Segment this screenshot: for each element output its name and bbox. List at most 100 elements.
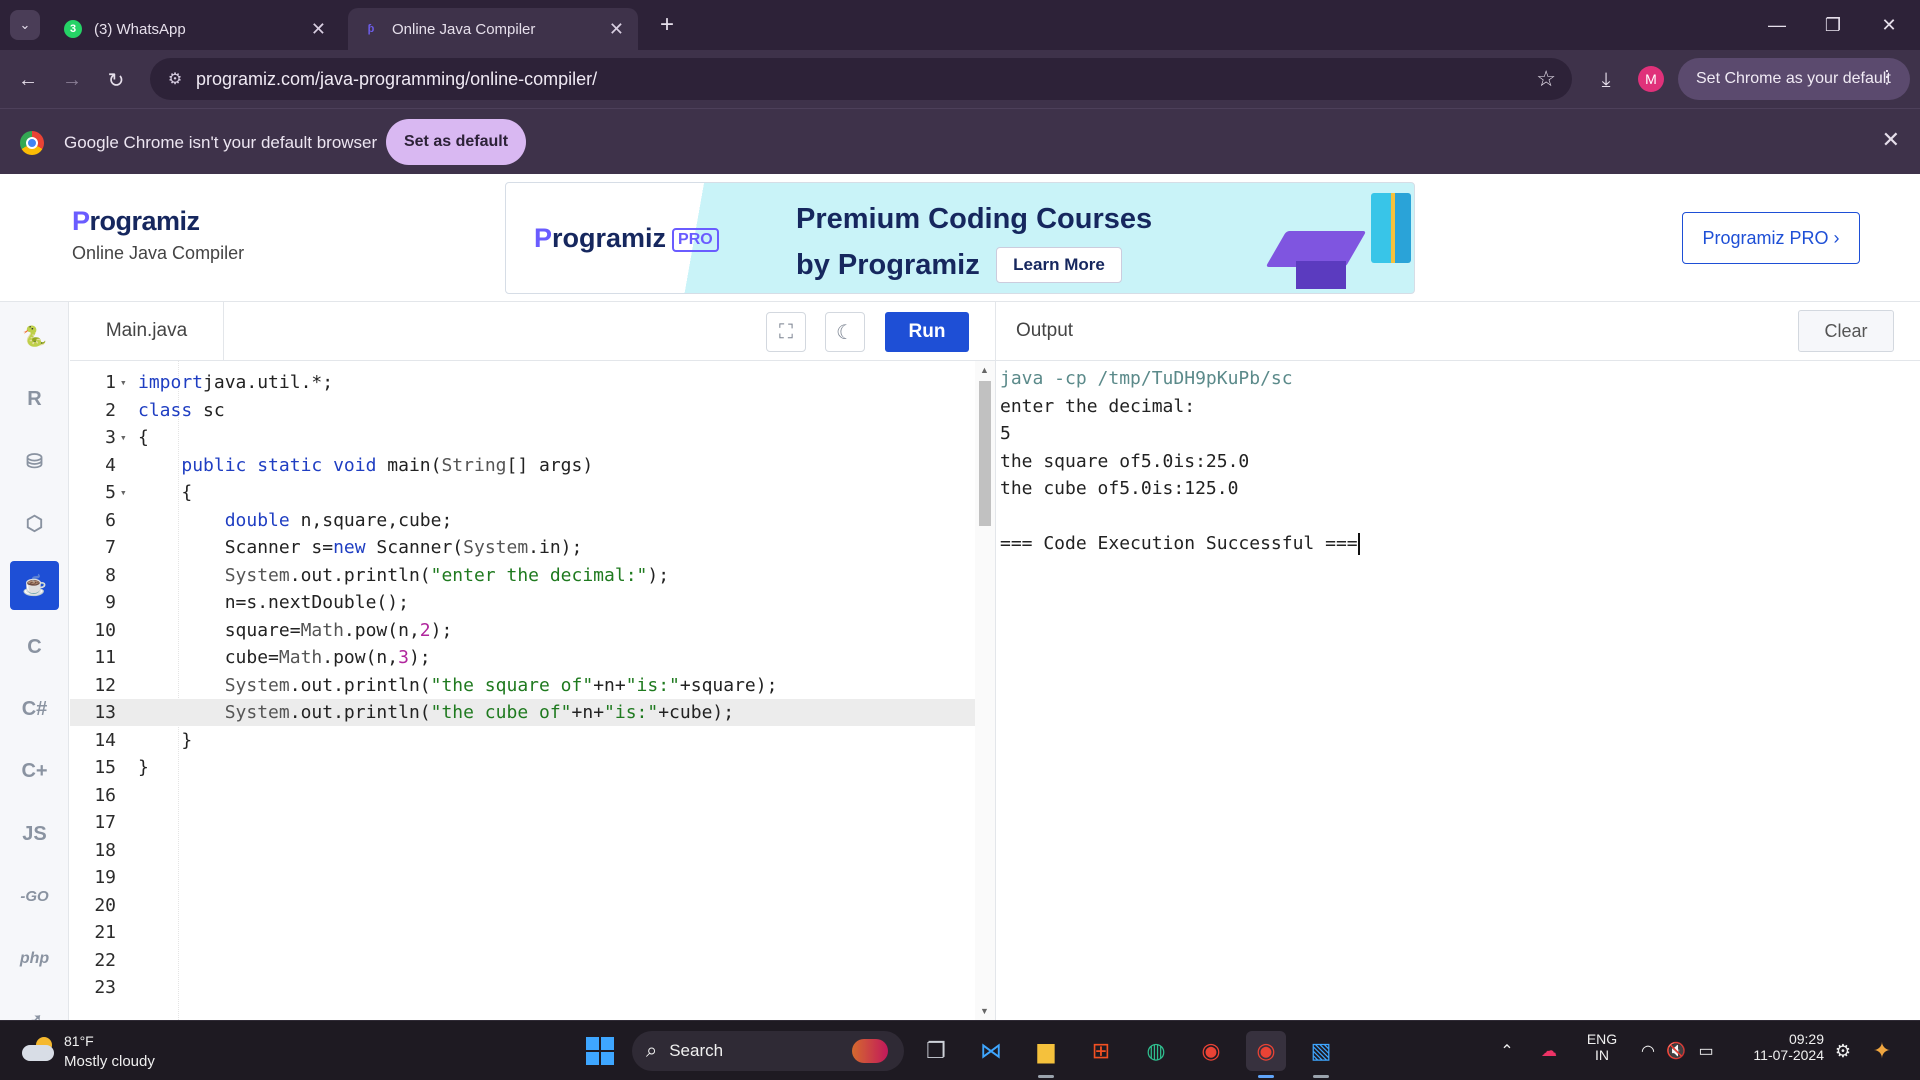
weather-description[interactable]: Mostly cloudy — [64, 1053, 155, 1070]
fold-arrow-icon[interactable]: ▾ — [120, 479, 127, 506]
vscode-icon[interactable]: ⋈ — [971, 1031, 1011, 1071]
tab-online-java-compiler[interactable]: ƥ Online Java Compiler ✕ — [348, 8, 638, 50]
minimize-icon[interactable]: — — [1754, 8, 1800, 42]
chrome-profile-icon[interactable]: ◉ — [1246, 1031, 1286, 1071]
code-line[interactable]: 2 class sc — [70, 397, 975, 424]
programiz-brand[interactable]: Programiz Online Java Compiler — [72, 206, 244, 264]
editor-header: Main.java ⛶ ☾ Run — [70, 302, 995, 361]
chrome-icon[interactable]: ◉ — [1191, 1031, 1231, 1071]
file-tab-main-java[interactable]: Main.java — [70, 302, 224, 360]
code-line[interactable]: 16 — [70, 782, 975, 809]
r-language-icon[interactable]: R — [10, 375, 59, 424]
language-indicator[interactable]: ENG IN — [1582, 1031, 1622, 1063]
c-language-icon[interactable]: C — [10, 623, 59, 672]
code-line[interactable]: 1 ▾ importjava.util.*; — [70, 369, 975, 396]
settings-gear-icon[interactable]: ⚙ — [1828, 1031, 1858, 1071]
taskbar-search[interactable]: ⌕ Search — [632, 1031, 904, 1071]
csharp-icon[interactable]: C# — [10, 685, 59, 734]
download-icon[interactable]: ⤓ — [1590, 64, 1622, 96]
close-tab-icon[interactable]: ✕ — [311, 19, 326, 40]
restore-icon[interactable]: ❐ — [1810, 8, 1856, 42]
code-line[interactable]: 3 ▾ { — [70, 424, 975, 451]
wifi-icon[interactable]: ◠ — [1634, 1031, 1662, 1071]
address-bar[interactable]: ⚙ programiz.com/java-programming/online-… — [150, 58, 1572, 100]
go-icon[interactable]: -GO — [10, 872, 59, 921]
fold-arrow-icon[interactable]: ▾ — [120, 424, 127, 451]
output-line: java -cp /tmp/TuDH9pKuPb/sc — [1000, 368, 1293, 389]
scroll-up-icon[interactable]: ▲ — [980, 365, 989, 375]
sql-database-icon[interactable]: ⛁ — [10, 437, 59, 486]
run-button[interactable]: Run — [885, 312, 969, 352]
code-line[interactable]: 7 Scanner s=new Scanner(System.in); — [70, 534, 975, 561]
windows-start-icon[interactable] — [580, 1031, 620, 1071]
code-line[interactable]: 13 System.out.println("the cube of"+n+"i… — [70, 699, 975, 726]
code-line[interactable]: 8 System.out.println("enter the decimal:… — [70, 562, 975, 589]
code-line[interactable]: 15} — [70, 754, 975, 781]
code-line[interactable]: 23 — [70, 974, 975, 1001]
onedrive-icon[interactable]: ☁ — [1534, 1031, 1564, 1071]
new-tab-plus-icon[interactable]: + — [652, 10, 682, 40]
html5-icon[interactable]: ⬡ — [10, 499, 59, 548]
paint-icon[interactable]: ▧ — [1301, 1031, 1341, 1071]
scrollbar-thumb[interactable] — [979, 381, 991, 526]
code-line[interactable]: 11 cube=Math.pow(n,3); — [70, 644, 975, 671]
clock[interactable]: 09:29 11-07-2024 — [1728, 1031, 1824, 1063]
reload-icon[interactable]: ↻ — [100, 64, 132, 96]
task-view-icon[interactable]: ❐ — [916, 1031, 956, 1071]
code-line[interactable]: 21 — [70, 919, 975, 946]
editor-scrollbar[interactable]: ▲ ▼ — [975, 361, 995, 1020]
tab-search-chevron-icon[interactable]: ⌄ — [10, 10, 40, 40]
close-infobar-icon[interactable]: ✕ — [1882, 127, 1900, 153]
dark-mode-moon-icon[interactable]: ☾ — [825, 312, 865, 352]
back-arrow-icon[interactable]: ← — [12, 64, 44, 96]
close-tab-icon[interactable]: ✕ — [609, 19, 624, 40]
scroll-down-icon[interactable]: ▼ — [980, 1006, 989, 1016]
code-line[interactable]: 6 double n,square,cube; — [70, 507, 975, 534]
code-line[interactable]: 5 ▾ { — [70, 479, 975, 506]
tab-whatsapp[interactable]: 3 (3) WhatsApp ✕ — [50, 8, 340, 50]
close-window-icon[interactable]: ✕ — [1866, 8, 1912, 42]
weather-cloudy-icon[interactable] — [22, 1037, 56, 1063]
clear-button[interactable]: Clear — [1798, 310, 1894, 352]
cpp-icon[interactable]: C+ — [10, 747, 59, 796]
code-editor[interactable]: 1 ▾ importjava.util.*; 2 class sc 3 ▾{4 public… — [70, 361, 995, 1020]
java-icon[interactable]: ☕ — [10, 561, 59, 610]
code-line[interactable]: 12 System.out.println("the square of"+n+… — [70, 672, 975, 699]
code-line[interactable]: 17 — [70, 809, 975, 836]
bookmark-star-icon[interactable]: ☆ — [1536, 66, 1556, 92]
edge-icon[interactable]: ◍ — [1136, 1031, 1176, 1071]
code-line[interactable]: 4 public static void main(String[] args) — [70, 452, 975, 479]
speaker-muted-icon[interactable]: 🔇 — [1662, 1031, 1690, 1071]
default-browser-infobar: Google Chrome isn't your default browser… — [0, 108, 1920, 174]
code-line[interactable]: 19 — [70, 864, 975, 891]
fold-arrow-icon[interactable]: ▾ — [120, 369, 127, 396]
file-explorer-icon[interactable]: ▆ — [1026, 1031, 1066, 1071]
code-line[interactable]: 10 square=Math.pow(n,2); — [70, 617, 975, 644]
code-line[interactable]: 20 — [70, 892, 975, 919]
set-chrome-default-chip[interactable]: Set Chrome as your default ⋮ — [1678, 58, 1910, 100]
profile-avatar[interactable]: M — [1638, 66, 1664, 92]
tray-chevron-up-icon[interactable]: ⌃ — [1492, 1031, 1522, 1071]
programiz-pro-button[interactable]: Programiz PRO › — [1682, 212, 1860, 264]
battery-icon[interactable]: ▭ — [1692, 1031, 1720, 1071]
kebab-menu-icon[interactable]: ⋮ — [1878, 67, 1896, 88]
python-icon[interactable]: 🐍 — [10, 312, 59, 361]
fullscreen-icon[interactable]: ⛶ — [766, 312, 806, 352]
microsoft-store-icon[interactable]: ⊞ — [1081, 1031, 1121, 1071]
output-console[interactable]: java -cp /tmp/TuDH9pKuPb/sc enter the dec… — [996, 361, 1920, 1020]
swift-icon[interactable]: ➶ — [10, 996, 59, 1020]
code-line[interactable]: 9 n=s.nextDouble(); — [70, 589, 975, 616]
set-as-default-button[interactable]: Set as default — [386, 119, 526, 165]
code-line[interactable]: 18 — [70, 837, 975, 864]
copilot-icon[interactable]: ✦ — [1862, 1031, 1902, 1071]
search-highlight-icon — [852, 1039, 888, 1063]
site-info-icon[interactable]: ⚙ — [164, 68, 186, 90]
code-line[interactable]: 22 — [70, 947, 975, 974]
promo-banner[interactable]: Programiz PRO Premium Coding Courses by P… — [505, 182, 1415, 294]
javascript-icon[interactable]: JS — [10, 810, 59, 859]
learn-more-button[interactable]: Learn More — [996, 247, 1122, 283]
forward-arrow-icon[interactable]: → — [56, 64, 88, 96]
code-line[interactable]: 14 } — [70, 727, 975, 754]
php-icon[interactable]: php — [10, 934, 59, 983]
weather-temperature[interactable]: 81°F — [64, 1033, 94, 1049]
